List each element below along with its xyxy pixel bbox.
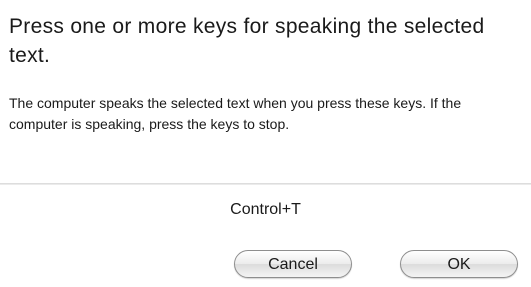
dialog-headline: Press one or more keys for speaking the … <box>9 15 485 67</box>
key-shortcut-dialog: Press one or more keys for speaking the … <box>0 0 531 287</box>
ok-button[interactable]: OK <box>400 250 518 278</box>
cancel-button[interactable]: Cancel <box>234 250 352 278</box>
dialog-info-text: The computer speaks the selected text wh… <box>9 95 462 132</box>
shortcut-keys-display[interactable]: Control+T <box>0 199 531 221</box>
divider <box>0 183 531 185</box>
